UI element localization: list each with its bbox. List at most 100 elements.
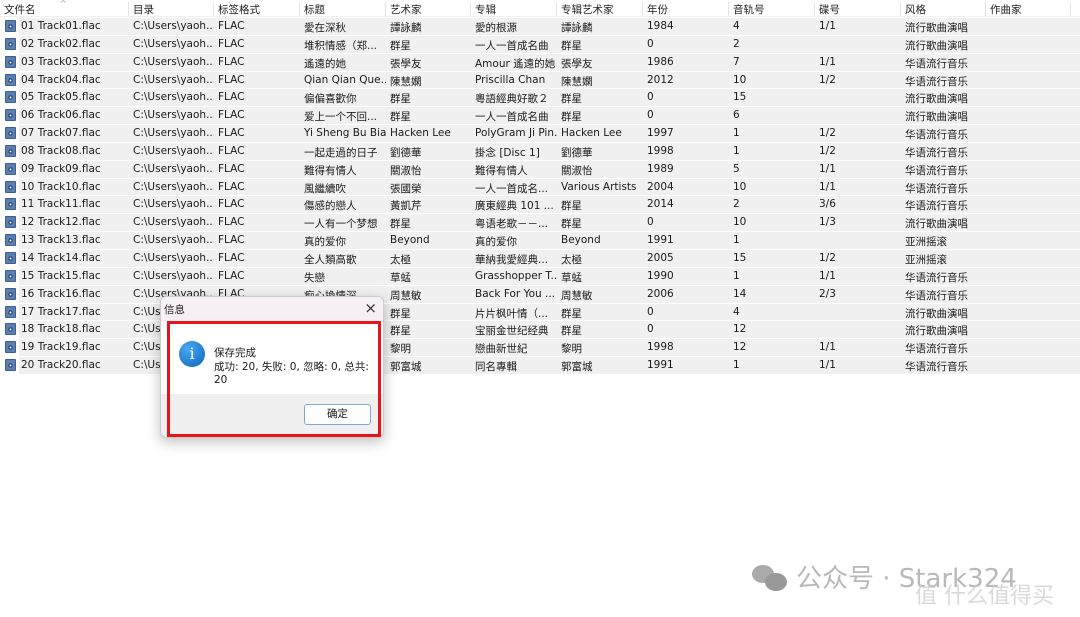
- cell-filename: 08 Track08.flac: [21, 144, 101, 157]
- cell-disc: 1/1: [819, 269, 836, 282]
- column-header-composer[interactable]: 作曲家: [986, 2, 1071, 16]
- column-header-disc[interactable]: 碟号: [815, 2, 901, 16]
- cell-album-artist: 劉德華: [561, 146, 593, 159]
- cell-tag-format: FLAC: [218, 91, 245, 104]
- cell-tag-format: FLAC: [218, 55, 245, 68]
- cell-artist: 群星: [390, 111, 411, 124]
- close-icon[interactable]: ×: [364, 299, 377, 317]
- cell-album-artist: Beyond: [561, 234, 601, 247]
- cell-album-artist: 周慧敏: [561, 289, 593, 302]
- column-header-album-artist[interactable]: 专辑艺术家: [557, 2, 643, 16]
- cell-album-artist: 太極: [561, 253, 582, 266]
- cell-track: 5: [733, 162, 740, 175]
- cell-title: 遙遠的她: [304, 57, 346, 70]
- table-row[interactable]: 02 Track02.flac C:\Users\yaoh... FLAC 堆积情感（…: [0, 35, 1080, 53]
- cell-tag-format: FLAC: [218, 234, 245, 247]
- cell-artist: 太極: [390, 253, 411, 266]
- column-header-year[interactable]: 年份: [643, 2, 729, 16]
- column-header-artist[interactable]: 艺术家: [386, 2, 471, 16]
- cell-album: 一人一首成名曲: [475, 39, 549, 52]
- column-header: 文件名 ^ 目录 标签格式 标题 艺术家 专辑 专辑艺术家 年份 音轨号 碟号 风格 作曲家: [0, 0, 1080, 17]
- cell-album: 同名專輯: [475, 361, 517, 374]
- cell-genre: 华语流行音乐: [905, 57, 968, 70]
- table-row[interactable]: 07 Track07.flac C:\Users\yaoh... FLAC Yi Sh…: [0, 124, 1080, 142]
- cell-directory: C:\Users\yaoh...: [133, 269, 214, 282]
- column-header-overflow[interactable]: [1071, 2, 1080, 16]
- table-row[interactable]: 08 Track08.flac C:\Users\yaoh... FLAC 一起走過的…: [0, 142, 1080, 160]
- cell-year: 2006: [647, 287, 674, 300]
- cell-track: 1: [733, 269, 740, 282]
- cell-filename: 10 Track10.flac: [21, 180, 101, 193]
- cell-album-artist: 群星: [561, 307, 582, 320]
- table-row[interactable]: 13 Track13.flac C:\Users\yaoh... FLAC 真的爱你 B…: [0, 231, 1080, 249]
- cell-artist: 群星: [390, 325, 411, 338]
- cell-artist: 群星: [390, 218, 411, 231]
- cell-directory: C:\Users\yaoh...: [133, 251, 214, 264]
- column-header-title[interactable]: 标题: [300, 2, 386, 16]
- cell-directory: C:\Users\yaoh...: [133, 109, 214, 122]
- cell-directory: C:\Users\yaoh...: [133, 216, 214, 229]
- cell-genre: 华语流行音乐: [905, 200, 968, 213]
- column-header-genre[interactable]: 风格: [901, 2, 986, 16]
- table-row[interactable]: 01 Track01.flac C:\Users\yaoh... FLAC 愛在深秋 譚…: [0, 17, 1080, 35]
- cell-disc: 1/2: [819, 127, 836, 140]
- cell-directory: C:\Users\yaoh...: [133, 20, 214, 32]
- cell-tag-format: FLAC: [218, 162, 245, 175]
- cell-track: 2: [733, 198, 740, 211]
- cell-title: Yi Sheng Bu Bian: [304, 127, 386, 140]
- cell-year: 1998: [647, 144, 674, 157]
- cell-album: 片片枫叶情（...: [475, 307, 549, 320]
- cell-filename: 19 Track19.flac: [21, 341, 101, 354]
- cell-album-artist: 郭富城: [561, 361, 593, 374]
- cell-year: 0: [647, 323, 654, 336]
- cell-year: 0: [647, 305, 654, 318]
- audio-file-icon: [5, 109, 16, 122]
- cell-filename: 15 Track15.flac: [21, 269, 101, 282]
- table-row[interactable]: 11 Track11.flac C:\Users\yaoh... FLAC 傷感的戀人…: [0, 195, 1080, 214]
- cell-title: 傷感的戀人: [304, 200, 357, 213]
- cell-directory: C:\Users\yaoh...: [133, 144, 214, 157]
- column-header-track[interactable]: 音轨号: [729, 2, 815, 16]
- cell-artist: 黃凱芹: [390, 200, 422, 213]
- table-row[interactable]: 12 Track12.flac C:\Users\yaoh... FLAC 一人有一个…: [0, 213, 1080, 232]
- audio-file-icon: [5, 323, 16, 336]
- cell-title: 一起走過的日子: [304, 146, 378, 159]
- audio-file-icon: [5, 162, 16, 175]
- table-row[interactable]: 15 Track15.flac C:\Users\yaoh... FLAC 失戀 草蜢 G…: [0, 267, 1080, 285]
- column-header-directory[interactable]: 目录: [129, 2, 214, 16]
- table-row[interactable]: 06 Track06.flac C:\Users\yaoh... FLAC 爱上一个不…: [0, 106, 1080, 125]
- cell-album-artist: 關淑怡: [561, 164, 593, 177]
- cell-album-artist: Hacken Lee: [561, 127, 622, 140]
- cell-genre: 华语流行音乐: [905, 182, 968, 195]
- cell-year: 1991: [647, 359, 674, 372]
- cell-genre: 流行歌曲演唱: [905, 325, 968, 338]
- column-header-album[interactable]: 专辑: [471, 2, 557, 16]
- cell-genre: 华语流行音乐: [905, 75, 968, 88]
- cell-artist: 黎明: [390, 343, 411, 356]
- cell-directory: C:\Users\yaoh...: [133, 37, 214, 50]
- table-row[interactable]: 03 Track03.flac C:\Users\yaoh... FLAC 遙遠的她 張…: [0, 53, 1080, 71]
- cell-artist: 郭富城: [390, 361, 422, 374]
- cell-track: 4: [733, 20, 740, 32]
- cell-filename: 16 Track16.flac: [21, 287, 101, 300]
- cell-title: 全人類高歌: [304, 253, 357, 266]
- cell-track: 2: [733, 37, 740, 50]
- cell-tag-format: FLAC: [218, 251, 245, 264]
- table-row[interactable]: 09 Track09.flac C:\Users\yaoh... FLAC 難得有情人…: [0, 160, 1080, 178]
- column-header-filename[interactable]: 文件名 ^: [0, 0, 129, 16]
- cell-album: 戀曲新世紀: [475, 343, 528, 356]
- table-row[interactable]: 10 Track10.flac C:\Users\yaoh... FLAC 風繼續吹 張…: [0, 178, 1080, 196]
- table-row[interactable]: 14 Track14.flac C:\Users\yaoh... FLAC 全人類高歌…: [0, 249, 1080, 267]
- cell-track: 15: [733, 91, 747, 104]
- column-header-tag-format[interactable]: 标签格式: [214, 2, 300, 16]
- table-row[interactable]: 05 Track05.flac C:\Users\yaoh... FLAC 偏偏喜歡你…: [0, 88, 1080, 107]
- cell-genre: 流行歌曲演唱: [905, 22, 968, 34]
- dialog-titlebar[interactable]: 信息 ×: [161, 297, 383, 321]
- cell-directory: C:\Users\yaoh...: [133, 73, 214, 86]
- cell-directory: C:\Users\yaoh...: [133, 127, 214, 140]
- cell-album: Back For You ...: [475, 287, 556, 300]
- cell-track: 1: [733, 144, 740, 157]
- cell-year: 2012: [647, 73, 674, 86]
- cell-filename: 06 Track06.flac: [21, 109, 101, 122]
- table-row[interactable]: 04 Track04.flac C:\Users\yaoh... FLAC Qian …: [0, 71, 1080, 89]
